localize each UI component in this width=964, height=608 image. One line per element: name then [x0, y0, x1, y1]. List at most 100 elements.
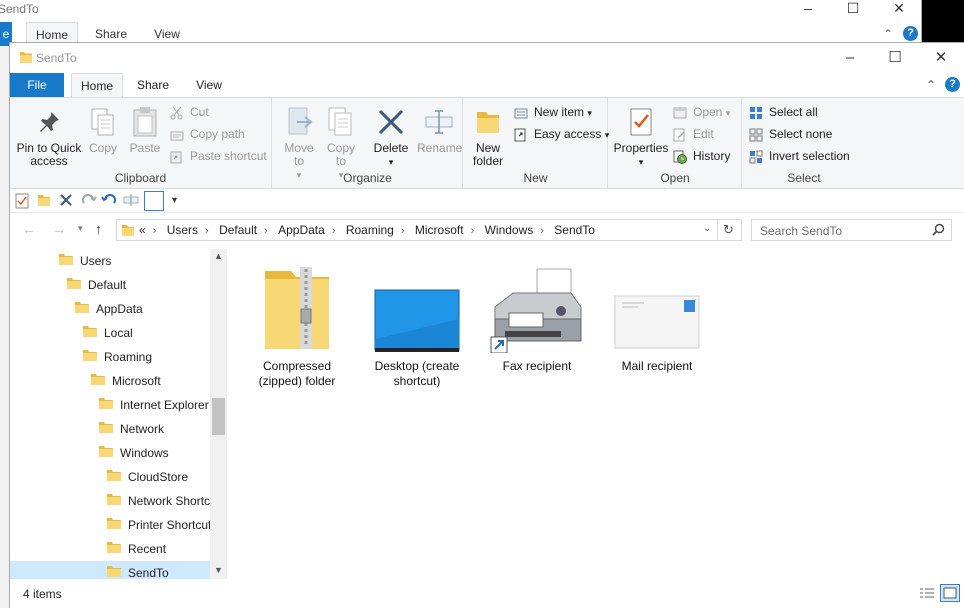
move-to-button[interactable]: Move to ▾ [279, 102, 319, 182]
navigation-scrollbar[interactable]: ▲ ▼ [210, 249, 227, 579]
delete-qat-icon[interactable] [59, 193, 77, 209]
scrollbar-thumb[interactable] [212, 398, 225, 435]
background-close-button[interactable]: ✕ [876, 0, 922, 18]
tab-home[interactable]: Home [71, 73, 123, 97]
history-button[interactable]: History [673, 146, 730, 166]
breadcrumb-microsoft[interactable]: Microsoft [415, 223, 464, 237]
details-view-icon[interactable] [919, 587, 935, 604]
open-label: Open [693, 105, 723, 119]
breadcrumb-windows[interactable]: Windows [485, 223, 534, 237]
copy-path-button[interactable]: Copy path [170, 124, 245, 144]
copy-to-button[interactable]: Copy to ▾ [321, 102, 361, 182]
navigation-pane[interactable]: Users Default AppData Local Roaming Micr… [10, 249, 227, 579]
new-folder-qat-icon[interactable] [37, 193, 55, 209]
minimize-button[interactable]: – [827, 43, 873, 73]
file-item-mail-recipient[interactable]: Mail recipient [599, 261, 715, 374]
folder-icon [74, 298, 90, 322]
tree-item-local[interactable]: Local [82, 321, 133, 345]
breadcrumb-sendto[interactable]: SendTo [554, 223, 595, 237]
title-bar[interactable]: SendTo – ☐ ✕ [10, 43, 964, 73]
search-placeholder: Search SendTo [760, 224, 843, 238]
up-button[interactable]: ↑ [95, 221, 102, 237]
properties-button[interactable]: Properties ▾ [611, 102, 671, 169]
paste-shortcut-button[interactable]: Paste shortcut [170, 146, 267, 166]
tree-item-windows[interactable]: Windows [98, 441, 169, 465]
invert-selection-button[interactable]: Invert selection [749, 146, 850, 166]
properties-qat-icon[interactable] [15, 193, 33, 209]
maximize-button[interactable]: ☐ [872, 43, 918, 73]
tree-item-recent[interactable]: Recent [106, 537, 166, 561]
tree-item-sendto[interactable]: SendTo [10, 561, 210, 579]
recent-locations-dropdown-icon[interactable]: ▾ [78, 223, 83, 234]
tree-item-appdata[interactable]: AppData [74, 297, 143, 321]
new-item-button[interactable]: New item ▾ [514, 102, 592, 122]
address-divider [717, 220, 718, 240]
tree-item-printer-shortcuts[interactable]: Printer Shortcut [106, 513, 211, 537]
qat-blank-button[interactable] [144, 191, 164, 211]
breadcrumb-roaming[interactable]: Roaming [346, 223, 394, 237]
copy-button[interactable]: Copy [84, 102, 122, 155]
new-folder-button[interactable]: New folder [468, 102, 508, 168]
cut-button[interactable]: Cut [170, 102, 209, 122]
address-dropdown-icon[interactable]: ⌄ [703, 223, 711, 234]
copy-path-label: Copy path [190, 127, 245, 141]
breadcrumb-overflow[interactable]: « [139, 223, 146, 237]
tree-item-microsoft[interactable]: Microsoft [90, 369, 161, 393]
tree-item-network-shortcuts[interactable]: Network Shortc [106, 489, 210, 513]
rename-qat-icon[interactable] [123, 193, 141, 209]
tab-file[interactable]: File [10, 73, 64, 97]
file-name-line2: (zipped) folder [258, 374, 336, 388]
file-item-fax-recipient[interactable]: Fax recipient [479, 261, 595, 374]
rename-button[interactable]: Rename [417, 102, 462, 155]
background-minimize-button[interactable]: – [785, 0, 831, 18]
tree-item-users[interactable]: Users [58, 249, 111, 273]
close-button[interactable]: ✕ [918, 43, 964, 73]
select-none-label: Select none [769, 127, 833, 141]
breadcrumb-appdata[interactable]: AppData [278, 223, 325, 237]
properties-label: Properties [613, 141, 669, 155]
tree-item-internet-explorer[interactable]: Internet Explorer [98, 393, 209, 417]
breadcrumb-default[interactable]: Default [219, 223, 257, 237]
background-maximize-button[interactable]: ☐ [830, 0, 876, 18]
delete-button[interactable]: Delete ▾ [371, 102, 411, 169]
tree-item-default[interactable]: Default [66, 273, 126, 297]
file-list[interactable]: Compressed (zipped) folder Desktop (creat… [227, 249, 964, 579]
select-all-button[interactable]: Select all [749, 102, 818, 122]
paste-button[interactable]: Paste [126, 102, 164, 155]
customize-qat-dropdown-icon[interactable]: ▾ [172, 195, 190, 211]
redo-icon[interactable] [81, 193, 99, 209]
select-none-button[interactable]: Select none [749, 124, 832, 144]
file-item-desktop-shortcut[interactable]: Desktop (create shortcut) [359, 261, 475, 389]
pin-to-quick-access-button[interactable]: Pin to Quick access [14, 102, 84, 168]
tree-item-cloudstore[interactable]: CloudStore [106, 465, 188, 489]
tab-share[interactable]: Share [128, 73, 178, 97]
folder-icon [82, 346, 98, 370]
invert-selection-label: Invert selection [769, 149, 850, 163]
paste-icon [126, 102, 164, 142]
easy-access-button[interactable]: Easy access ▾ [514, 124, 609, 144]
copy-to-label: Copy to [326, 141, 355, 168]
back-button[interactable]: ← [22, 221, 36, 237]
select-all-label: Select all [769, 105, 818, 119]
file-item-compressed-folder[interactable]: Compressed (zipped) folder [239, 261, 355, 389]
tree-item-roaming[interactable]: Roaming [82, 345, 152, 369]
undo-icon[interactable] [101, 193, 119, 209]
copy-icon [84, 102, 122, 142]
tree-item-network[interactable]: Network [98, 417, 164, 441]
search-input[interactable]: Search SendTo [751, 219, 952, 241]
breadcrumb-users[interactable]: Users [167, 223, 198, 237]
edit-button[interactable]: Edit [673, 124, 714, 144]
help-icon[interactable]: ? [945, 77, 960, 92]
open-button[interactable]: Open ▾ [673, 102, 730, 122]
large-icons-view-icon[interactable] [940, 584, 960, 602]
refresh-icon[interactable]: ↻ [723, 222, 734, 238]
background-help-icon[interactable]: ? [903, 26, 918, 41]
scroll-down-icon[interactable]: ▼ [214, 565, 223, 575]
tab-view[interactable]: View [184, 73, 234, 97]
ribbon-collapse-icon[interactable]: ⌃ [926, 73, 936, 97]
address-bar[interactable]: «› Users › Default › AppData › Roaming › Mic… [116, 219, 742, 241]
explorer-window: SendTo – ☐ ✕ File Home Share View ⌃ ? Pi… [9, 42, 964, 608]
scroll-up-icon[interactable]: ▲ [214, 251, 223, 261]
search-icon[interactable] [932, 223, 945, 239]
forward-button[interactable]: → [52, 221, 66, 237]
